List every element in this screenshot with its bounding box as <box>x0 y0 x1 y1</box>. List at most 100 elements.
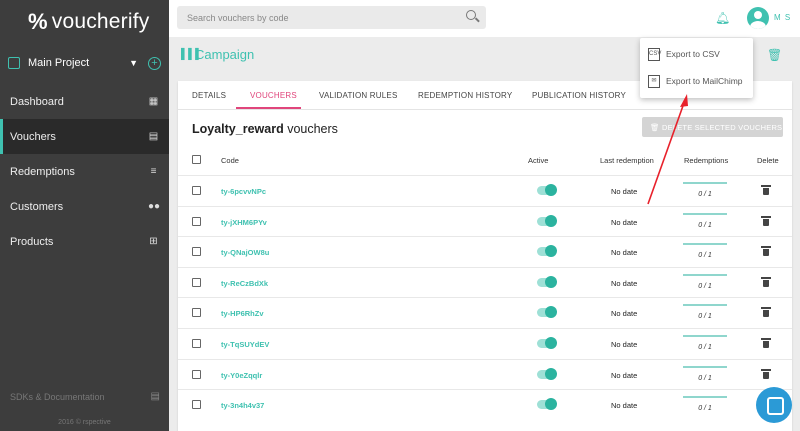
active-toggle[interactable] <box>537 245 557 258</box>
tab-validation-rules[interactable]: VALIDATION RULES <box>319 91 397 100</box>
page-title: Campaign <box>195 47 255 62</box>
sidebar-item-label: Vouchers <box>10 130 56 143</box>
active-toggle[interactable] <box>537 367 557 380</box>
row-checkbox[interactable] <box>192 339 201 348</box>
select-all-checkbox[interactable] <box>192 155 201 164</box>
active-toggle[interactable] <box>537 337 557 349</box>
voucher-code-link[interactable]: ty-jXHM6PYv <box>221 218 267 227</box>
delete-voucher-icon[interactable] <box>762 369 770 379</box>
active-toggle[interactable] <box>537 214 557 227</box>
redemption-progress-bar <box>683 243 727 246</box>
campaign-name: Loyalty_reward <box>192 122 284 136</box>
logo-icon: % <box>28 9 48 34</box>
table-row[interactable]: ty-HP6RhZv No date 0 / 1 <box>178 297 792 328</box>
voucher-code-link[interactable]: ty-3n4h4v37 <box>221 401 264 410</box>
table-row[interactable]: ty-Y0eZqqlr No date 0 / 1 <box>178 358 792 390</box>
last-redemption-value: No date <box>611 401 638 411</box>
table-row[interactable]: ty-6pcvvNPc No date 0 / 1 <box>178 175 792 206</box>
table-row[interactable]: ty-TqSUYdEV No date 0 / 1 <box>178 328 792 359</box>
caret-down-icon[interactable]: ▼ <box>129 58 138 68</box>
redemption-progress-bar <box>683 335 727 337</box>
search-input[interactable] <box>177 6 486 29</box>
row-checkbox[interactable] <box>192 186 201 195</box>
chat-bubble-icon[interactable] <box>756 387 792 423</box>
list-icon: ≡ <box>150 166 157 177</box>
sidebar-item-vouchers[interactable]: Vouchers ▤ <box>0 119 169 154</box>
table-row[interactable]: ty-QNajOW8u No date 0 / 1 <box>178 236 792 267</box>
sidebar-item-redemptions[interactable]: Redemptions ≡ <box>0 154 169 189</box>
active-toggle[interactable] <box>537 306 557 319</box>
delete-campaign-icon[interactable]: 🗑︎ <box>767 48 782 62</box>
cart-icon: ⊞ <box>149 236 158 247</box>
sidebar-item-label: Dashboard <box>10 95 64 108</box>
redemptions-value: 0 / 1 <box>698 374 712 382</box>
last-redemption-value: No date <box>611 187 638 196</box>
sdk-label: SDKs & Documentation <box>10 391 105 402</box>
delete-voucher-icon[interactable] <box>762 338 770 348</box>
row-checkbox[interactable] <box>192 369 201 379</box>
active-toggle[interactable] <box>537 275 557 288</box>
export-csv-menu-item[interactable]: CSV Export to CSV <box>640 41 753 67</box>
table-row[interactable]: ty-jXHM6PYv No date 0 / 1 <box>178 205 792 237</box>
row-checkbox[interactable] <box>192 277 201 287</box>
avatar[interactable] <box>747 7 769 29</box>
row-checkbox[interactable] <box>192 308 201 318</box>
mailchimp-icon: ✉ <box>648 74 660 88</box>
voucher-code-link[interactable]: ty-Y0eZqqlr <box>221 371 262 380</box>
voucher-code-link[interactable]: ty-ReCzBdXk <box>221 279 268 288</box>
row-checkbox[interactable] <box>192 216 201 226</box>
tab-details[interactable]: DETAILS <box>192 91 226 100</box>
voucher-code-link[interactable]: ty-HP6RhZv <box>221 309 264 318</box>
sidebar-item-customers[interactable]: Customers ●● <box>0 189 169 224</box>
delete-voucher-icon[interactable] <box>762 277 770 287</box>
redemptions-value: 0 / 1 <box>698 344 712 351</box>
section-title: Loyalty_reward vouchers <box>192 122 338 136</box>
row-checkbox[interactable] <box>192 400 201 410</box>
copyright: 2016 © rspective <box>58 419 111 426</box>
active-toggle[interactable] <box>537 398 557 411</box>
redemption-progress-bar <box>683 365 727 368</box>
redemptions-value: 0 / 1 <box>698 282 712 290</box>
add-project-icon[interactable]: + <box>148 56 161 70</box>
active-tab-indicator <box>236 107 301 109</box>
voucher-code-link[interactable]: ty-6pcvvNPc <box>221 187 266 196</box>
delete-voucher-icon[interactable] <box>762 185 770 195</box>
last-redemption-value: No date <box>611 217 638 227</box>
table-row[interactable]: ty-ReCzBdXk No date 0 / 1 <box>178 266 792 298</box>
redemption-progress-bar <box>683 212 727 215</box>
delete-voucher-icon[interactable] <box>762 246 770 256</box>
bell-icon[interactable]: 🔔︎ <box>715 11 730 25</box>
row-checkbox[interactable] <box>192 247 201 257</box>
menu-item-label: Export to CSV <box>666 49 720 59</box>
delete-voucher-icon[interactable] <box>762 216 770 226</box>
table-row[interactable]: ty-3n4h4v37 No date 0 / 1 <box>178 389 792 420</box>
export-menu: CSV Export to CSV ✉ Export to MailChimp <box>640 38 753 98</box>
column-header-delete: Delete <box>757 156 779 165</box>
top-bar: 🔔︎ M S <box>169 0 800 37</box>
export-mailchimp-menu-item[interactable]: ✉ Export to MailChimp <box>640 68 753 94</box>
project-selector[interactable]: Main Project ▼ + <box>0 46 169 80</box>
column-header-code: Code <box>221 156 239 165</box>
sidebar-item-products[interactable]: Products ⊞ <box>0 224 169 259</box>
voucher-code-link[interactable]: ty-QNajOW8u <box>221 248 269 257</box>
active-toggle[interactable] <box>537 184 557 196</box>
delete-voucher-icon[interactable] <box>762 307 770 317</box>
redemptions-value: 0 / 1 <box>698 221 712 229</box>
trash-icon: 🗑︎ <box>650 122 663 132</box>
redemption-progress-bar <box>683 182 727 184</box>
tab-vouchers[interactable]: VOUCHERS <box>250 91 297 100</box>
sidebar-item-dashboard[interactable]: Dashboard ▦ <box>0 84 169 119</box>
voucher-code-link[interactable]: ty-TqSUYdEV <box>221 340 269 349</box>
sdk-documentation-link[interactable]: SDKs & Documentation ▤ <box>10 391 160 402</box>
logo[interactable]: % voucherify <box>0 0 169 44</box>
user-initials[interactable]: M S <box>774 13 791 22</box>
tab-redemption-history[interactable]: REDEMPTION HISTORY <box>418 91 512 100</box>
redemptions-value: 0 / 1 <box>698 191 712 198</box>
column-header-redemptions: Redemptions <box>684 156 729 165</box>
delete-selected-button[interactable]: 🗑︎ DELETE SELECTED VOUCHERS <box>642 117 783 137</box>
tab-publication-history[interactable]: PUBLICATION HISTORY <box>532 91 626 100</box>
people-icon: ●● <box>148 201 161 212</box>
last-redemption-value: No date <box>611 248 638 258</box>
sidebar-item-label: Customers <box>10 200 64 213</box>
search-icon[interactable] <box>466 10 476 20</box>
